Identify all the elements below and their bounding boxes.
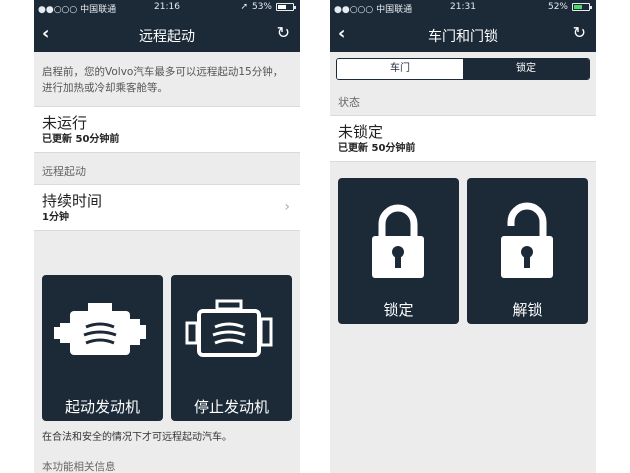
start-engine-button[interactable]: 起动发动机: [42, 275, 163, 421]
page-title: 远程起动: [139, 29, 195, 45]
chevron-right-icon: ›: [284, 199, 290, 215]
page-title: 车门和门锁: [428, 29, 498, 45]
safety-note: 在合法和安全的情况下才可远程起动汽车。: [42, 432, 232, 443]
battery-percent: 52%: [547, 2, 568, 12]
segment-control: 车门 锁定: [336, 58, 590, 80]
battery-icon: [276, 3, 296, 11]
battery-icon: [572, 3, 592, 11]
status-bar: ●●○○○ 中国联通 21:16 ➚ 53%: [34, 0, 300, 16]
remote-start-screen: ●●○○○ 中国联通 21:16 ➚ 53% ‹ 远程起动 ↻ 启程前，您的Vo…: [34, 0, 300, 473]
refresh-icon[interactable]: ↻: [277, 23, 290, 42]
section-status: 状态: [338, 96, 360, 109]
lock-status-row: 未锁定 已更新 50分钟前: [330, 115, 596, 162]
duration-value: 1分钟: [42, 212, 69, 223]
status-right: ➚ 53%: [240, 2, 296, 12]
unlock-button[interactable]: 解锁: [467, 178, 588, 324]
duration-row[interactable]: 持续时间 1分钟 ›: [34, 184, 300, 231]
doors-locks-screen: ●●○○○ 中国联通 21:31 52% ‹ 车门和门锁 ↻ 车门 锁定 状态 …: [330, 0, 596, 473]
section-remote-start: 远程起动: [42, 165, 86, 178]
stop-engine-button[interactable]: 停止发动机: [171, 275, 292, 421]
engine-status-row: 未运行 已更新 50分钟前: [34, 106, 300, 153]
lock-status-updated: 已更新 50分钟前: [338, 143, 416, 154]
lock-open-icon: [501, 202, 553, 278]
tab-doors[interactable]: 车门: [337, 59, 463, 79]
tab-lock[interactable]: 锁定: [463, 59, 589, 79]
lock-button[interactable]: 锁定: [338, 178, 459, 324]
lock-closed-icon: [372, 204, 424, 278]
nav-bar: ‹ 车门和门锁 ↻: [330, 16, 596, 52]
engine-status-title: 未运行: [42, 114, 88, 132]
location-icon: ➚: [240, 2, 248, 12]
start-engine-label: 起动发动机: [64, 398, 140, 416]
stop-engine-label: 停止发动机: [193, 398, 269, 416]
duration-title: 持续时间: [42, 192, 103, 210]
engine-status-updated: 已更新 50分钟前: [42, 134, 120, 145]
nav-bar: ‹ 远程起动 ↻: [34, 16, 300, 52]
engine-outline-icon: [185, 299, 273, 357]
status-right: 52%: [547, 2, 592, 12]
section-feature-info: 本功能相关信息: [42, 461, 116, 473]
refresh-icon[interactable]: ↻: [573, 23, 586, 42]
unlock-label: 解锁: [512, 301, 543, 319]
lock-status-title: 未锁定: [338, 123, 384, 141]
engine-icon: [54, 303, 146, 355]
battery-percent: 53%: [251, 2, 272, 12]
intro-text: 启程前，您的Volvo汽车最多可以远程起动15分钟，进行加热或冷却乘客舱等。: [42, 66, 284, 94]
status-bar: ●●○○○ 中国联通 21:31 52%: [330, 0, 596, 16]
lock-label: 锁定: [383, 301, 414, 319]
